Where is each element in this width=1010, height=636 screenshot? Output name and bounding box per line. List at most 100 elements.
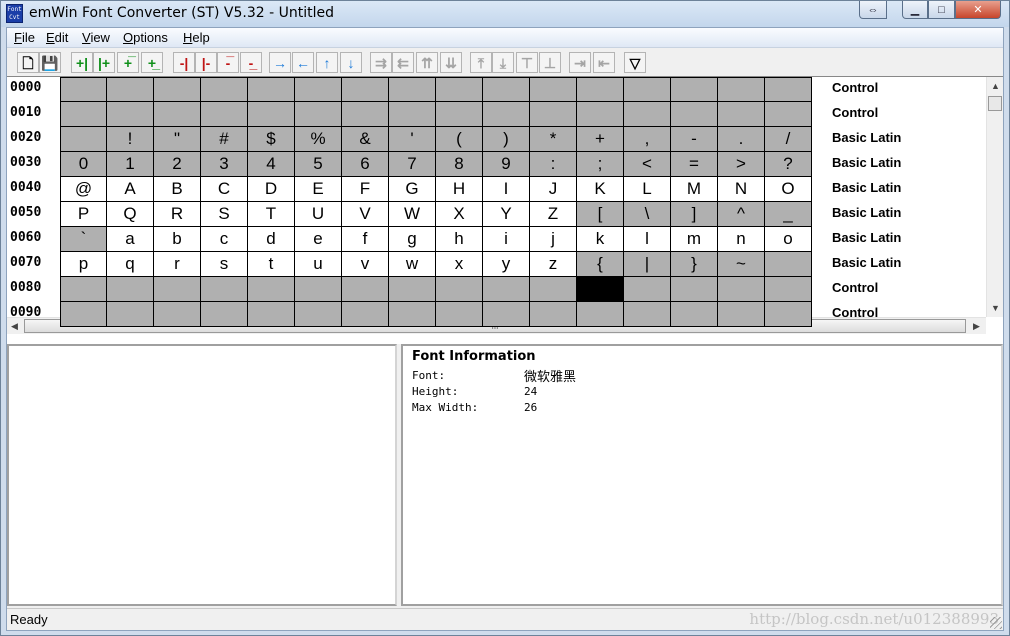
char-cell[interactable]: O bbox=[765, 177, 812, 202]
char-cell[interactable] bbox=[107, 77, 154, 102]
enable-char-left-icon[interactable]: +| bbox=[71, 52, 93, 73]
char-cell[interactable]: 7 bbox=[389, 152, 436, 177]
char-cell[interactable] bbox=[765, 252, 812, 277]
char-cell[interactable]: W bbox=[389, 202, 436, 227]
char-cell[interactable]: R bbox=[154, 202, 201, 227]
char-cell[interactable]: 2 bbox=[154, 152, 201, 177]
char-cell[interactable] bbox=[530, 302, 577, 327]
char-cell[interactable] bbox=[765, 77, 812, 102]
char-cell[interactable]: H bbox=[436, 177, 483, 202]
char-cell[interactable]: 6 bbox=[342, 152, 389, 177]
char-cell[interactable] bbox=[436, 102, 483, 127]
menu-help[interactable]: Help bbox=[183, 30, 210, 45]
char-cell[interactable] bbox=[342, 102, 389, 127]
insert-top-icon[interactable]: ⤒ bbox=[470, 52, 492, 73]
vertical-scrollbar[interactable]: ▲ ▼ bbox=[986, 77, 1003, 317]
char-cell[interactable]: } bbox=[671, 252, 718, 277]
char-cell[interactable]: 5 bbox=[295, 152, 342, 177]
char-cell[interactable]: t bbox=[248, 252, 295, 277]
char-cell[interactable]: o bbox=[765, 227, 812, 252]
char-cell[interactable]: z bbox=[530, 252, 577, 277]
char-cell[interactable] bbox=[201, 277, 248, 302]
char-cell[interactable] bbox=[671, 302, 718, 327]
char-cell[interactable] bbox=[248, 102, 295, 127]
char-cell[interactable]: % bbox=[295, 127, 342, 152]
char-cell[interactable]: y bbox=[483, 252, 530, 277]
restore-icon[interactable]: ⇔ bbox=[859, 1, 887, 19]
menu-file[interactable]: File bbox=[14, 30, 35, 45]
char-cell[interactable] bbox=[295, 102, 342, 127]
char-cell[interactable] bbox=[436, 277, 483, 302]
char-cell[interactable]: l bbox=[624, 227, 671, 252]
move-up-icon[interactable]: ⇈ bbox=[416, 52, 438, 73]
char-cell[interactable] bbox=[436, 302, 483, 327]
insert-bottom-icon[interactable]: ⤓ bbox=[492, 52, 514, 73]
char-cell[interactable] bbox=[718, 277, 765, 302]
char-cell[interactable] bbox=[624, 277, 671, 302]
char-cell[interactable]: w bbox=[389, 252, 436, 277]
char-cell[interactable] bbox=[60, 102, 107, 127]
char-cell[interactable] bbox=[389, 77, 436, 102]
char-cell[interactable] bbox=[248, 77, 295, 102]
char-cell[interactable] bbox=[671, 102, 718, 127]
char-cell[interactable] bbox=[248, 277, 295, 302]
char-cell[interactable] bbox=[389, 302, 436, 327]
char-cell[interactable] bbox=[342, 277, 389, 302]
char-cell[interactable] bbox=[154, 302, 201, 327]
maximize-button[interactable]: □ bbox=[928, 1, 955, 19]
char-cell[interactable] bbox=[718, 102, 765, 127]
char-cell[interactable] bbox=[530, 102, 577, 127]
char-cell[interactable]: x bbox=[436, 252, 483, 277]
disable-char-left-icon[interactable]: -| bbox=[173, 52, 195, 73]
char-cell[interactable] bbox=[342, 77, 389, 102]
move-left-icon[interactable]: ⇇ bbox=[392, 52, 414, 73]
char-cell[interactable]: X bbox=[436, 202, 483, 227]
char-cell[interactable]: Y bbox=[483, 202, 530, 227]
char-cell[interactable] bbox=[577, 277, 624, 302]
app-icon[interactable]: Font Cvt bbox=[6, 4, 23, 23]
char-cell[interactable]: + bbox=[577, 127, 624, 152]
insert-right-icon[interactable]: ⇥ bbox=[569, 52, 591, 73]
char-cell[interactable]: F bbox=[342, 177, 389, 202]
resize-grip-icon[interactable] bbox=[990, 617, 1002, 629]
char-cell[interactable]: j bbox=[530, 227, 577, 252]
char-cell[interactable]: 0 bbox=[60, 152, 107, 177]
minimize-button[interactable]: ▁ bbox=[902, 1, 928, 19]
char-cell[interactable]: f bbox=[342, 227, 389, 252]
char-cell[interactable] bbox=[60, 127, 107, 152]
menu-edit[interactable]: Edit bbox=[46, 30, 68, 45]
char-cell[interactable] bbox=[765, 102, 812, 127]
char-cell[interactable] bbox=[624, 77, 671, 102]
char-cell[interactable] bbox=[60, 77, 107, 102]
char-cell[interactable] bbox=[154, 277, 201, 302]
char-cell[interactable]: d bbox=[248, 227, 295, 252]
char-cell[interactable] bbox=[530, 77, 577, 102]
char-cell[interactable]: ~ bbox=[718, 252, 765, 277]
move-down-icon[interactable]: ⇊ bbox=[440, 52, 462, 73]
char-cell[interactable]: G bbox=[389, 177, 436, 202]
char-cell[interactable] bbox=[765, 277, 812, 302]
char-cell[interactable] bbox=[154, 77, 201, 102]
insert-left-icon[interactable]: ⇤ bbox=[593, 52, 615, 73]
char-cell[interactable]: Q bbox=[107, 202, 154, 227]
delete-bottom-icon[interactable]: ⊥ bbox=[539, 52, 561, 73]
char-cell[interactable]: K bbox=[577, 177, 624, 202]
char-cell[interactable] bbox=[671, 77, 718, 102]
char-cell[interactable]: a bbox=[107, 227, 154, 252]
char-cell[interactable] bbox=[295, 277, 342, 302]
arrow-left-icon[interactable]: ← bbox=[292, 52, 314, 73]
char-cell[interactable]: A bbox=[107, 177, 154, 202]
char-cell[interactable] bbox=[60, 277, 107, 302]
char-cell[interactable]: J bbox=[530, 177, 577, 202]
arrow-up-icon[interactable]: ↑ bbox=[316, 52, 338, 73]
char-cell[interactable] bbox=[342, 302, 389, 327]
enable-bottom-icon[interactable]: +̲ bbox=[141, 52, 163, 73]
glyph-preview-pane[interactable] bbox=[7, 344, 397, 606]
char-cell[interactable]: k bbox=[577, 227, 624, 252]
char-cell[interactable]: ' bbox=[389, 127, 436, 152]
disable-top-icon[interactable]: -̅ bbox=[217, 52, 239, 73]
char-cell[interactable]: q bbox=[107, 252, 154, 277]
char-cell[interactable]: s bbox=[201, 252, 248, 277]
char-cell[interactable] bbox=[295, 302, 342, 327]
move-right-icon[interactable]: ⇉ bbox=[370, 52, 392, 73]
